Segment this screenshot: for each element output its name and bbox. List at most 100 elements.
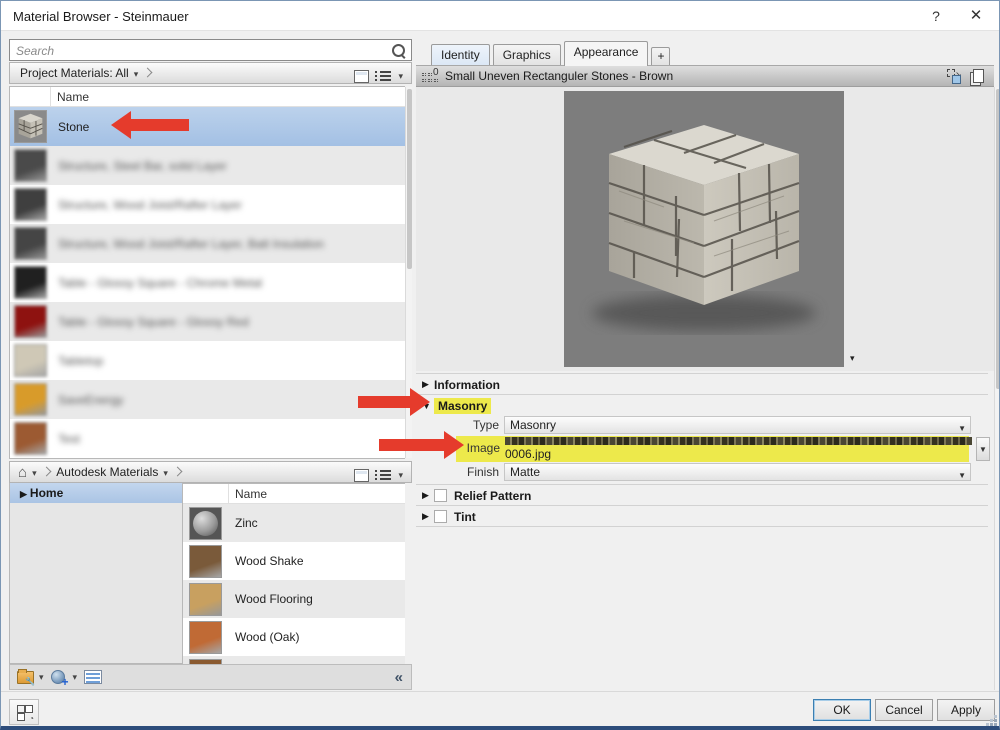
- list-view-dropdown-icon[interactable]: ▾: [398, 465, 403, 485]
- type-value: Masonry: [510, 418, 556, 432]
- annotation-arrow-masonry: [358, 388, 430, 416]
- relief-pattern-label: Relief Pattern: [454, 489, 531, 503]
- list-view-icon[interactable]: [375, 469, 391, 482]
- materials-list-header: Name: [10, 87, 405, 107]
- library-breadcrumb-label[interactable]: Autodesk Materials: [56, 465, 158, 479]
- material-name: Zinc: [235, 516, 258, 530]
- annotation-arrow-stone: [111, 111, 189, 139]
- search-icon[interactable]: [391, 43, 405, 57]
- manage-library-button[interactable]: ▾: [17, 671, 44, 684]
- type-select[interactable]: Masonry ▼: [504, 416, 971, 434]
- library-row[interactable]: Wood Shake: [183, 542, 405, 580]
- scrollbar-thumb[interactable]: [996, 89, 1000, 389]
- list-view-dropdown-icon[interactable]: ▾: [398, 66, 403, 86]
- collapse-library-button[interactable]: «: [395, 669, 403, 686]
- preview-pane-toggle-icon[interactable]: [354, 70, 369, 83]
- tree-item-home[interactable]: ▶Home: [10, 483, 182, 503]
- material-row[interactable]: Tabletop: [10, 341, 405, 380]
- material-preview-area: ▾: [416, 87, 994, 371]
- relief-pattern-section-header[interactable]: ▶ Relief Pattern: [416, 486, 988, 505]
- tab-identity[interactable]: Identity: [431, 44, 490, 66]
- information-label: Information: [434, 378, 500, 392]
- project-materials-dropdown[interactable]: Project Materials: All▾ ▾: [9, 62, 412, 84]
- tab-bar: Identity Graphics Appearance +: [431, 41, 673, 66]
- replace-asset-icon[interactable]: ↘: [947, 69, 962, 84]
- information-section-header[interactable]: ▶ Information: [416, 375, 988, 394]
- asset-name: Small Uneven Rectanguler Stones - Brown: [445, 69, 673, 83]
- material-row[interactable]: Table - Glossy Square - Chrome Metal: [10, 263, 405, 302]
- library-row[interactable]: [183, 656, 405, 664]
- search-input[interactable]: Search: [9, 39, 412, 61]
- image-options-button[interactable]: ▼: [976, 437, 990, 461]
- material-name: SaveEnergy: [58, 393, 123, 407]
- close-button[interactable]: ✕: [961, 5, 991, 27]
- masonry-label: Masonry: [434, 398, 491, 414]
- expand-icon[interactable]: ▶: [422, 490, 434, 501]
- preview-pane-toggle-icon[interactable]: [354, 469, 369, 482]
- library-row[interactable]: Wood Flooring: [183, 580, 405, 618]
- open-asset-browser-button[interactable]: [84, 670, 102, 684]
- tab-add[interactable]: +: [651, 47, 670, 66]
- relief-pattern-checkbox[interactable]: [434, 489, 447, 502]
- home-dropdown-icon[interactable]: ▾: [32, 463, 37, 483]
- material-thumbnail: [14, 149, 47, 182]
- material-thumbnail: [14, 344, 47, 377]
- material-row[interactable]: Structure, Wood Joist/Rafter Layer: [10, 185, 405, 224]
- material-thumbnail: [14, 383, 47, 416]
- stone-thumbnail: [14, 110, 47, 143]
- material-preview-render[interactable]: [564, 91, 844, 367]
- material-row[interactable]: Stone: [10, 107, 405, 146]
- texture-strip-thumbnail[interactable]: [505, 437, 972, 445]
- material-thumbnail: [14, 305, 47, 338]
- asset-uses-count: 0: [433, 67, 439, 78]
- dropdown-icon: ▾: [73, 672, 78, 683]
- material-name: Stone: [58, 120, 89, 134]
- tint-label: Tint: [454, 510, 476, 524]
- finish-select[interactable]: Matte▼: [504, 463, 971, 481]
- appearance-scrollbar[interactable]: [994, 87, 1000, 690]
- library-table: Name ZincWood ShakeWood FlooringWood (Oa…: [183, 483, 405, 664]
- apply-button[interactable]: Apply: [937, 699, 995, 721]
- library-row[interactable]: Wood (Oak): [183, 618, 405, 656]
- material-row[interactable]: Structure, Wood Joist/Rafter Layer, Batt…: [10, 224, 405, 263]
- dropdown-icon: ▾: [39, 672, 44, 683]
- duplicate-asset-icon[interactable]: [970, 69, 984, 85]
- material-row[interactable]: SaveEnergy: [10, 380, 405, 419]
- material-name: Wood Shake: [235, 554, 304, 568]
- preview-options-dropdown-icon[interactable]: ▾: [850, 353, 855, 364]
- home-icon[interactable]: ⌂: [18, 464, 27, 481]
- help-button[interactable]: ?: [921, 5, 951, 27]
- chevron-down-icon: ▾: [134, 64, 139, 84]
- tree-item-label: Home: [30, 486, 63, 500]
- material-thumbnail: [14, 266, 47, 299]
- ok-button[interactable]: OK: [813, 699, 871, 721]
- tint-checkbox[interactable]: [434, 510, 447, 523]
- title-bar: Material Browser - Steinmauer ? ✕: [1, 1, 999, 31]
- material-thumbnail: [14, 227, 47, 260]
- tab-appearance[interactable]: Appearance: [564, 41, 649, 66]
- list-view-icon[interactable]: [375, 70, 391, 83]
- tint-section-header[interactable]: ▶ Tint: [416, 507, 988, 526]
- chevron-down-icon: ▼: [958, 421, 966, 437]
- resize-grip[interactable]: [994, 723, 997, 726]
- create-material-button[interactable]: ▾: [51, 670, 78, 684]
- tree-expand-icon[interactable]: ▶: [20, 489, 27, 499]
- dialog-title: Material Browser - Steinmauer: [13, 9, 189, 24]
- expand-icon[interactable]: ▶: [422, 511, 434, 522]
- material-name: Wood Flooring: [235, 592, 313, 606]
- material-name: Table - Glossy Square - Chrome Metal: [58, 276, 262, 290]
- material-name: Table - Glossy Square - Glossy Red: [58, 315, 249, 329]
- library-row[interactable]: Zinc: [183, 504, 405, 542]
- cancel-button[interactable]: Cancel: [875, 699, 933, 721]
- material-row[interactable]: Structure, Steel Bar, solid Layer: [10, 146, 405, 185]
- tab-graphics[interactable]: Graphics: [493, 44, 561, 66]
- asset-browser-button[interactable]: [9, 699, 39, 725]
- chevron-down-icon: ▼: [958, 468, 966, 484]
- type-row: Type Masonry▼: [416, 416, 994, 434]
- material-name: Wood (Oak): [235, 630, 299, 644]
- image-row: Image 0006.jpg ▼: [416, 436, 994, 462]
- material-row[interactable]: Table - Glossy Square - Glossy Red: [10, 302, 405, 341]
- chevron-down-icon[interactable]: ▾: [163, 463, 168, 483]
- material-row[interactable]: Test: [10, 419, 405, 458]
- masonry-section-header[interactable]: ▼ Masonry: [416, 396, 988, 415]
